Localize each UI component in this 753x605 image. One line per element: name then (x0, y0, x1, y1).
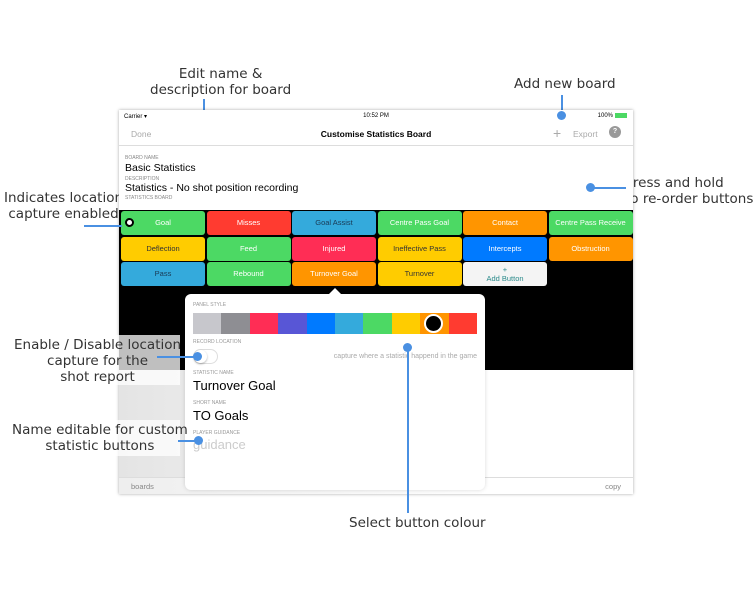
annotation-name-editable: Name editable for custom statistic butto… (12, 422, 188, 454)
panel-style-label: Panel Style (193, 302, 227, 308)
selected-swatch-indicator (424, 314, 444, 333)
stat-button[interactable]: Injured (292, 236, 376, 261)
color-swatch[interactable] (448, 313, 478, 334)
stat-button-label: Centre Pass Goal (389, 218, 450, 227)
annotation-location-capture: Indicates location capture enabled (4, 190, 124, 222)
stat-button-label: Rebound (233, 269, 264, 278)
stat-button[interactable]: + Add Button (463, 262, 547, 286)
stat-button-label: Obstruction (571, 243, 610, 253)
help-icon[interactable]: ? (609, 126, 621, 138)
color-swatch[interactable] (306, 313, 336, 334)
stat-button[interactable]: Misses (206, 211, 291, 235)
annotation-dot (557, 111, 566, 120)
annotation-line (407, 347, 409, 513)
stat-button-label: Turnover Goal (310, 269, 358, 278)
annotation-line (84, 225, 122, 227)
record-location-hint: capture where a statistic happend in the… (333, 353, 477, 360)
annotation-dot (586, 183, 595, 192)
stat-button[interactable]: Goal Assist (292, 211, 376, 235)
export-button[interactable]: Export (573, 129, 598, 139)
stat-button[interactable]: Turnover (377, 262, 462, 286)
stat-button-label: Goal (155, 218, 171, 227)
annotation-add-board: Add new board (514, 76, 616, 92)
color-swatch[interactable] (420, 313, 449, 334)
stat-button[interactable]: Contact (463, 211, 547, 235)
annotation-line (590, 187, 626, 189)
stat-button-label: Misses (236, 218, 261, 227)
stat-button-label: Feed (239, 243, 258, 253)
battery-icon (615, 113, 627, 118)
annotation-line (157, 356, 197, 358)
player-guidance-label: Player Guidance (193, 430, 241, 436)
stat-button-label: Centre Pass Receive (555, 218, 626, 227)
annotation-enable-disable: Enable / Disable location capture for th… (14, 337, 182, 385)
stat-button-label: Pass (154, 269, 172, 278)
color-swatches (193, 313, 478, 334)
stat-button[interactable]: Deflection (121, 236, 205, 261)
stat-button[interactable]: Centre Pass Goal (377, 211, 462, 235)
statistic-name-label: Statistic Name (193, 370, 234, 376)
stat-button-label: Deflection (146, 243, 180, 253)
stat-button[interactable]: Centre Pass Receive (548, 211, 633, 235)
short-name-field[interactable]: TO Goals (193, 408, 248, 423)
stat-button-label: Goal Assist (315, 218, 353, 227)
annotation-press-hold: Press and hold to re-order buttons (625, 175, 753, 207)
description-field[interactable]: Statistics - No shot position recording (125, 182, 298, 194)
stat-button-label: Intercepts (488, 243, 522, 253)
stat-button[interactable]: Pass (121, 262, 205, 286)
stat-button[interactable]: Feed (206, 236, 291, 261)
stat-button[interactable]: Goal (121, 211, 205, 235)
board-name-label: Board Name (125, 155, 159, 161)
stat-button[interactable]: Obstruction (548, 236, 633, 261)
section-label: Statistics Board (125, 195, 173, 201)
status-bar: Carrier ▾ 10:52 PM 100% (119, 110, 633, 124)
board-name-field[interactable]: Basic Statistics (125, 162, 196, 174)
stat-button-label: Ineffective Pass (393, 243, 446, 253)
boards-button[interactable]: boards (131, 482, 154, 491)
statistic-name-field[interactable]: Turnover Goal (193, 378, 276, 393)
copy-button[interactable]: copy (605, 482, 621, 491)
color-swatch[interactable] (221, 313, 250, 334)
popover-arrow (329, 288, 341, 294)
short-name-label: Short Name (193, 400, 227, 406)
color-swatch[interactable] (193, 313, 222, 334)
annotation-dot (193, 352, 202, 361)
color-swatch[interactable] (249, 313, 279, 334)
add-board-button[interactable]: + (553, 125, 561, 141)
stat-button-label: + Add Button (486, 265, 524, 283)
stat-button-label: Turnover (404, 269, 435, 278)
annotation-edit-name: Edit name & description for board (150, 66, 292, 98)
location-capture-icon (125, 218, 134, 227)
record-location-label: Record Location (193, 339, 242, 345)
clock: 10:52 PM (363, 113, 389, 119)
stat-button-label: Injured (322, 243, 346, 253)
stat-button[interactable]: Rebound (206, 262, 291, 286)
color-swatch[interactable] (391, 313, 421, 334)
color-swatch[interactable] (278, 313, 307, 334)
navigation-bar: Done Customise Statistics Board + Export… (119, 124, 633, 146)
color-swatch[interactable] (335, 313, 364, 334)
stat-button[interactable]: Ineffective Pass (377, 236, 462, 261)
stat-button[interactable]: Turnover Goal (292, 262, 376, 286)
annotation-select-colour: Select button colour (349, 515, 486, 531)
stat-button[interactable]: Intercepts (463, 236, 547, 261)
button-edit-popover: Panel Style Record Location capture wher… (185, 288, 485, 490)
stat-button-label: Contact (492, 218, 518, 227)
annotation-dot (194, 436, 203, 445)
battery: 100% (598, 113, 627, 119)
color-swatch[interactable] (363, 313, 392, 334)
